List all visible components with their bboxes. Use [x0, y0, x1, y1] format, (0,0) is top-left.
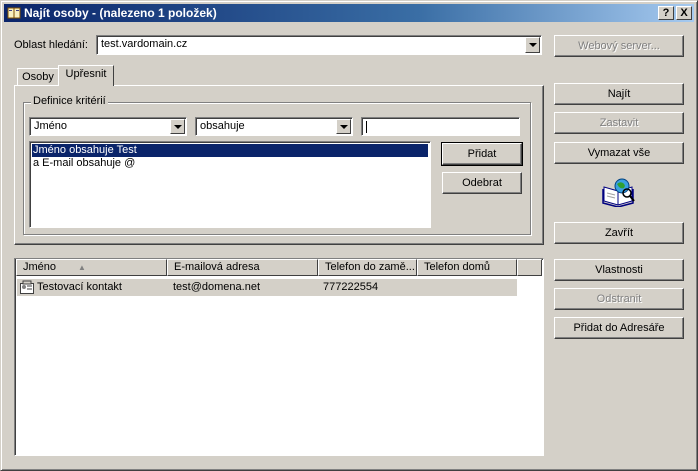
- criteria-field-select[interactable]: Jméno: [29, 117, 187, 136]
- column-header-home-phone[interactable]: Telefon domů: [417, 259, 517, 276]
- text-caret: [366, 121, 367, 133]
- properties-button[interactable]: Vlastnosti: [554, 259, 684, 281]
- search-area-select[interactable]: test.vardomain.cz: [96, 35, 542, 55]
- criteria-item[interactable]: a E-mail obsahuje @: [32, 157, 428, 170]
- results-list[interactable]: Jméno ▲ E-mailová adresa Telefon do zamě.…: [14, 258, 544, 456]
- criteria-list[interactable]: Jméno obsahuje Test a E-mail obsahuje @: [29, 141, 431, 228]
- find-people-dialog: Najít osoby - (nalezeno 1 položek) ? X O…: [0, 0, 698, 471]
- chevron-down-icon[interactable]: [525, 37, 540, 53]
- add-criteria-button[interactable]: Přidat: [441, 142, 523, 166]
- close-button[interactable]: Zavřít: [554, 222, 684, 244]
- chevron-down-icon[interactable]: [336, 119, 351, 134]
- find-button[interactable]: Najít: [554, 83, 684, 105]
- column-header-name-label: Jméno: [23, 261, 57, 273]
- close-window-button[interactable]: X: [676, 6, 692, 20]
- tab-people[interactable]: Osoby: [17, 68, 59, 85]
- clear-all-button[interactable]: Vymazat vše: [554, 142, 684, 164]
- add-to-address-book-button[interactable]: Přidat do Adresáře: [554, 317, 684, 339]
- column-header-filler: [517, 259, 542, 276]
- title-bar: Najít osoby - (nalezeno 1 položek) ? X: [4, 4, 694, 22]
- remove-criteria-button[interactable]: Odebrat: [442, 172, 522, 194]
- criteria-value-input[interactable]: [361, 117, 520, 136]
- column-header-email[interactable]: E-mailová adresa: [167, 259, 318, 276]
- criteria-item[interactable]: Jméno obsahuje Test: [32, 144, 428, 157]
- table-row[interactable]: Testovací kontakt test@domena.net 777222…: [17, 279, 517, 296]
- criteria-operator-value: obsahuje: [200, 120, 245, 132]
- web-server-button[interactable]: Webový server...: [554, 35, 684, 57]
- delete-button[interactable]: Odstranit: [554, 288, 684, 310]
- criteria-group-title: Definice kritérií: [31, 95, 108, 107]
- criteria-operator-select[interactable]: obsahuje: [195, 117, 353, 136]
- row-work-phone: 777222554: [323, 281, 379, 293]
- search-area-value: test.vardomain.cz: [101, 38, 188, 50]
- criteria-field-value: Jméno: [34, 120, 68, 132]
- sort-ascending-icon: ▲: [78, 263, 86, 272]
- tab-refine[interactable]: Upřesnit: [58, 65, 114, 86]
- column-header-name[interactable]: Jméno ▲: [16, 259, 167, 276]
- row-name: Testovací kontakt: [37, 281, 122, 293]
- contact-card-icon: [20, 280, 34, 294]
- search-area-label: Oblast hledání:: [14, 39, 88, 51]
- find-people-globe-icon: [602, 178, 635, 207]
- stop-button[interactable]: Zastavit: [554, 112, 684, 134]
- window-title: Najít osoby - (nalezeno 1 položek): [24, 6, 217, 20]
- chevron-down-icon[interactable]: [170, 119, 185, 134]
- address-book-icon: [7, 7, 21, 19]
- row-email: test@domena.net: [173, 281, 260, 293]
- column-header-work-phone[interactable]: Telefon do zamě...: [318, 259, 417, 276]
- help-button[interactable]: ?: [658, 6, 674, 20]
